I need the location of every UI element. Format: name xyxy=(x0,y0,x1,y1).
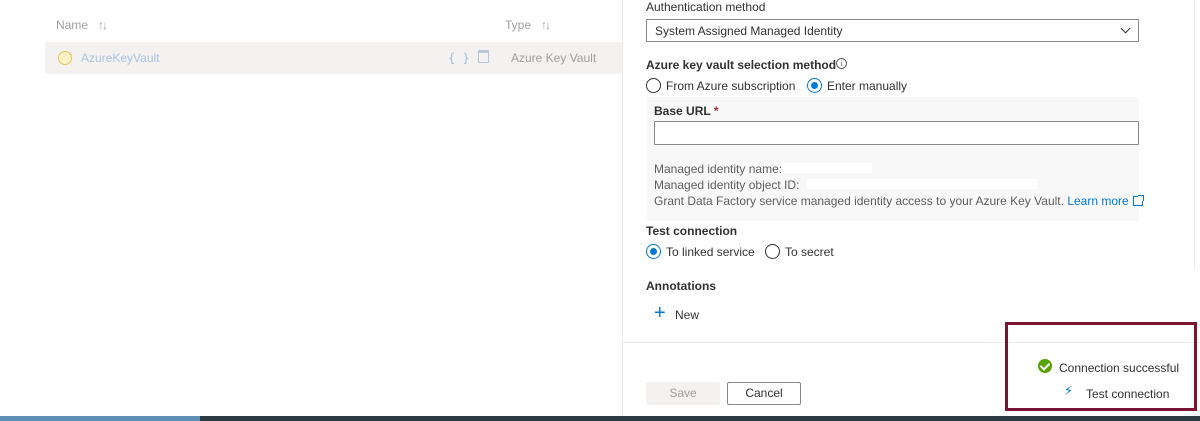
chevron-down-icon xyxy=(1120,23,1131,34)
managed-identity-name-label: Managed identity name: xyxy=(654,162,783,176)
cancel-button[interactable]: Cancel xyxy=(727,382,801,405)
radio-circle[interactable] xyxy=(765,244,780,259)
radio-to-secret[interactable]: To secret xyxy=(765,244,834,259)
column-type-label: Type xyxy=(505,18,532,32)
linked-services-list: Name ↑↓ Type ↑↓ AzureKeyVault { } Azure … xyxy=(0,0,622,421)
radio-enter-manually[interactable]: Enter manually xyxy=(807,78,907,93)
code-icon[interactable]: { } xyxy=(448,51,470,65)
new-annotation-button[interactable]: New xyxy=(675,308,699,322)
save-button[interactable]: Save xyxy=(646,382,720,405)
radio-to-linked-service[interactable]: To linked service xyxy=(646,244,755,259)
taskbar-segment xyxy=(0,416,200,421)
column-header-type[interactable]: Type ↑↓ xyxy=(505,18,551,32)
row-name[interactable]: AzureKeyVault xyxy=(81,51,160,65)
list-header: Name ↑↓ Type ↑↓ xyxy=(56,16,622,36)
row-type: Azure Key Vault xyxy=(511,51,597,65)
sort-icon[interactable]: ↑↓ xyxy=(98,18,108,32)
taskbar xyxy=(0,416,1200,421)
connection-status-text: Connection successful xyxy=(1059,361,1180,375)
auth-method-label: Authentication method xyxy=(646,0,766,14)
radio-from-subscription-label: From Azure subscription xyxy=(666,78,796,93)
test-connection-label: Test connection xyxy=(646,224,738,238)
trash-icon[interactable] xyxy=(478,50,489,63)
base-url-label: Base URL * xyxy=(654,104,718,118)
redacted-value xyxy=(807,179,1037,189)
required-mark: * xyxy=(713,104,719,118)
radio-circle-selected[interactable] xyxy=(646,244,661,259)
radio-circle[interactable] xyxy=(646,78,661,93)
plus-icon[interactable]: + xyxy=(654,303,666,323)
external-link-icon[interactable] xyxy=(1132,195,1144,206)
radio-from-subscription[interactable]: From Azure subscription xyxy=(646,78,795,93)
annotations-label: Annotations xyxy=(646,279,716,293)
table-row[interactable]: AzureKeyVault { } Azure Key Vault xyxy=(45,42,622,74)
scrollbar[interactable] xyxy=(1194,0,1200,270)
auth-method-dropdown[interactable]: System Assigned Managed Identity xyxy=(646,19,1139,42)
radio-enter-manually-label: Enter manually xyxy=(827,78,908,93)
managed-identity-object-id-label: Managed identity object ID: xyxy=(654,178,800,192)
radio-to-secret-label: To secret xyxy=(785,244,834,259)
sort-icon[interactable]: ↑↓ xyxy=(541,18,551,32)
base-url-label-text: Base URL xyxy=(654,104,711,118)
key-vault-icon xyxy=(58,51,72,65)
grant-access-text: Grant Data Factory service managed ident… xyxy=(654,194,1144,208)
radio-circle-selected[interactable] xyxy=(807,78,822,93)
column-name-label: Name xyxy=(56,18,89,32)
learn-more-link[interactable]: Learn more xyxy=(1067,194,1128,208)
test-connection-button[interactable]: Test connection xyxy=(1086,387,1169,401)
grant-text: Grant Data Factory service managed ident… xyxy=(654,194,1064,208)
radio-to-linked-service-label: To linked service xyxy=(666,244,755,259)
redacted-value xyxy=(782,163,872,173)
base-url-section: Base URL * Managed identity name: Manage… xyxy=(647,97,1144,221)
column-header-name[interactable]: Name ↑↓ xyxy=(56,18,108,32)
auth-method-value: System Assigned Managed Identity xyxy=(655,24,843,38)
plug-icon[interactable]: ⚡ xyxy=(1064,384,1078,398)
base-url-input[interactable] xyxy=(654,121,1139,145)
info-icon[interactable]: i xyxy=(836,58,847,69)
kv-selection-label: Azure key vault selection method xyxy=(646,58,837,72)
checkmark-icon xyxy=(1038,359,1052,373)
